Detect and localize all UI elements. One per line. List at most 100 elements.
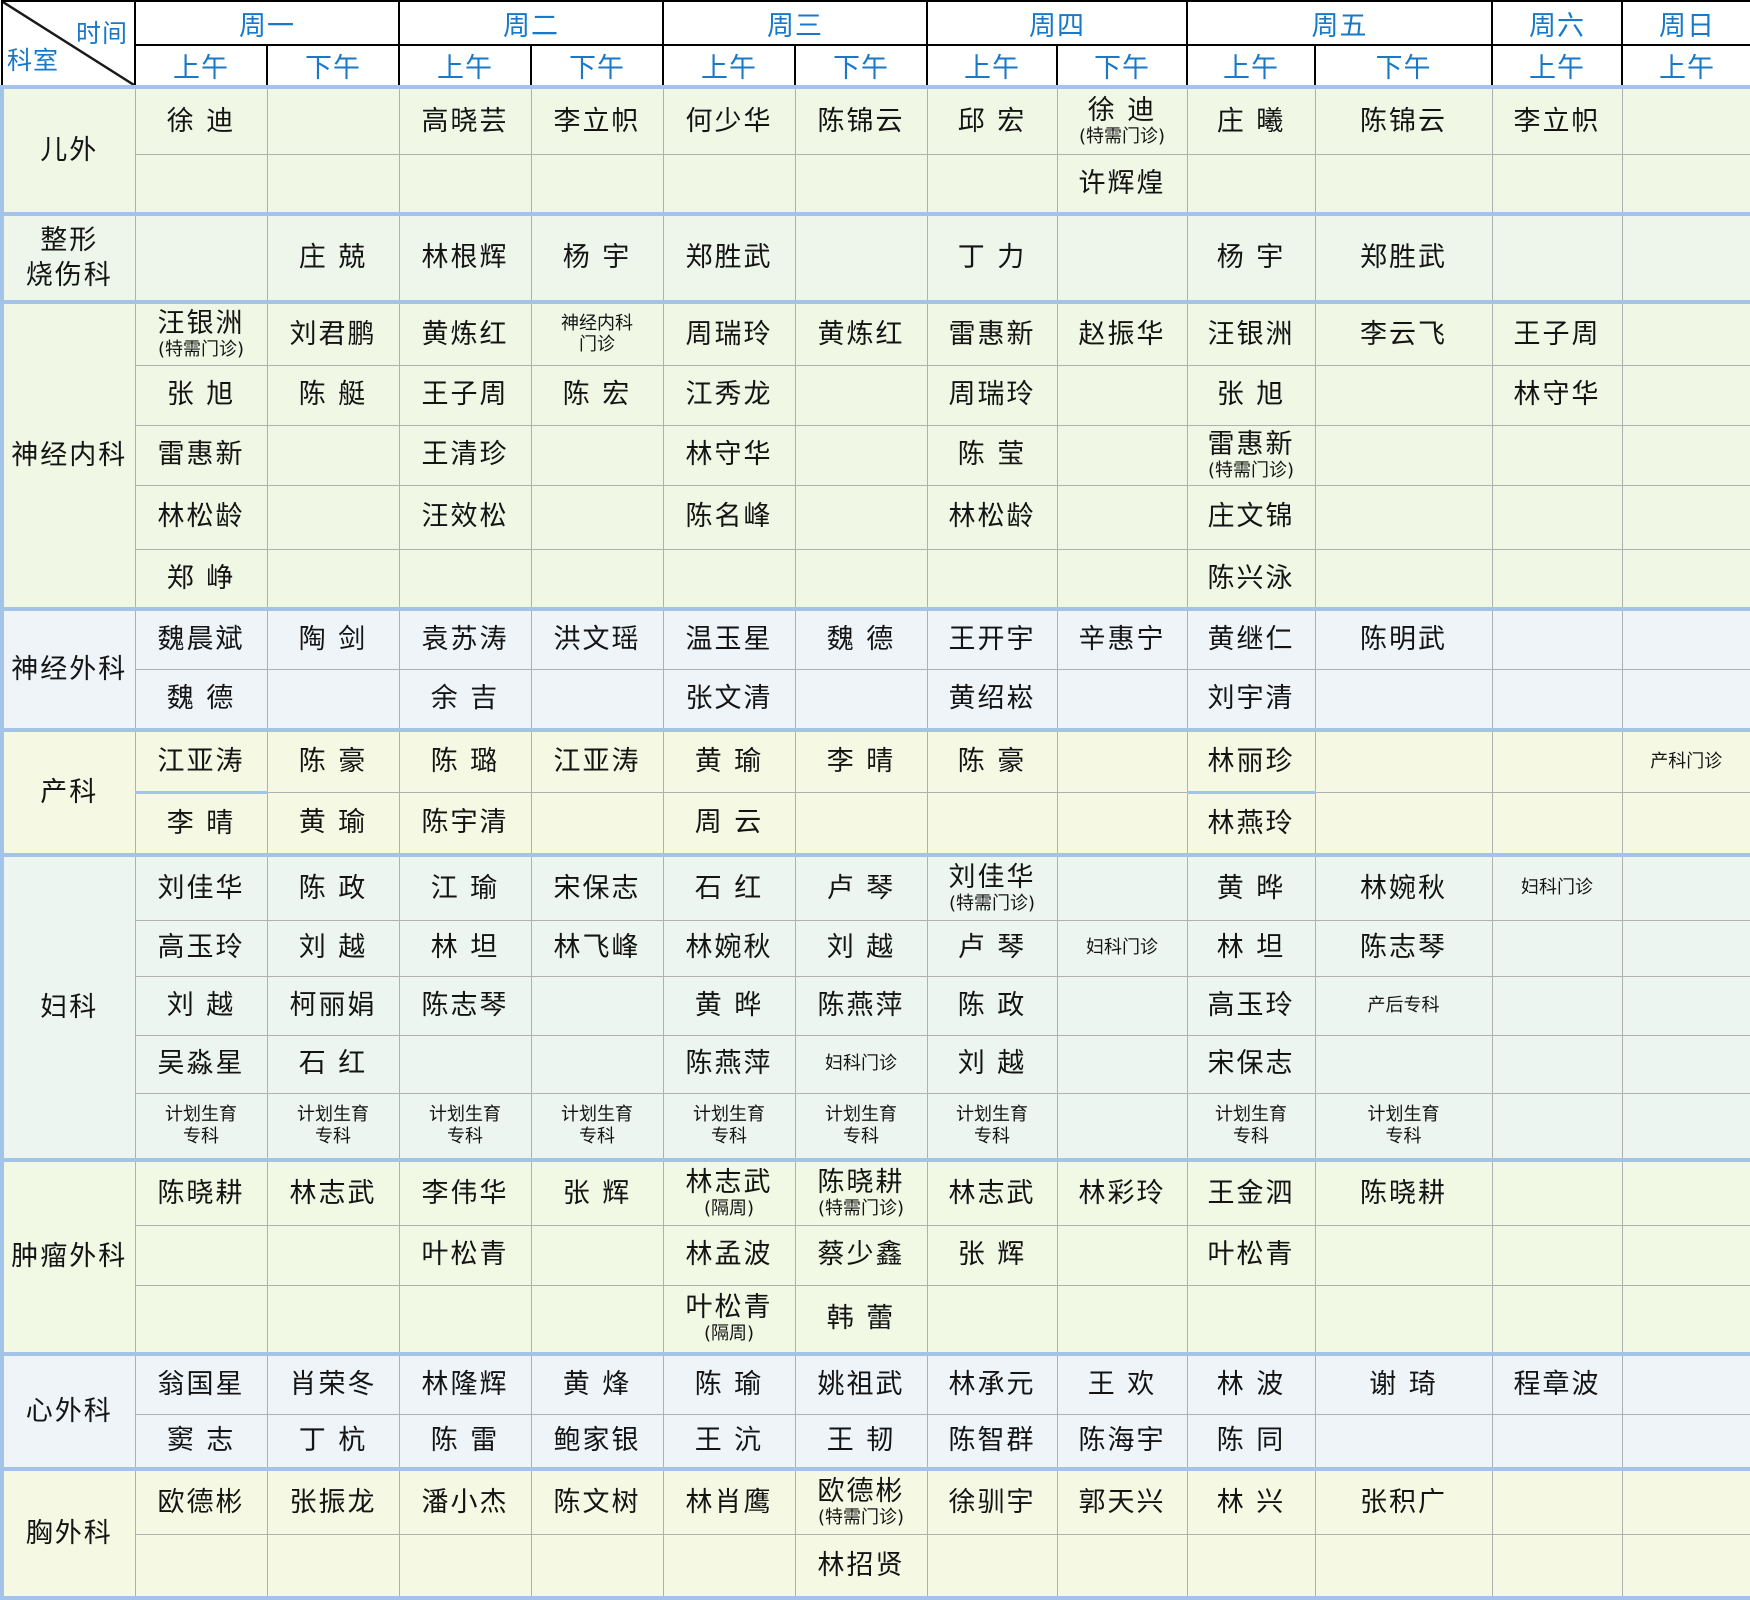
doctor-name: 陈晓耕 [1316, 1178, 1492, 1209]
schedule-cell [1315, 1285, 1492, 1354]
doctor-name: 吴淼星 [136, 1048, 267, 1079]
doctor-name: 张积广 [1316, 1487, 1492, 1518]
schedule-row: 妇科刘佳华陈 政江 瑜宋保志石 红卢 琴刘佳华(特需门诊)黄 晔林婉秋妇科门诊 [2, 855, 1750, 920]
doctor-name: 林孟波 [664, 1239, 795, 1270]
schedule-cell: 计划生育 专科 [399, 1093, 531, 1160]
doctor-name: 何少华 [664, 106, 795, 137]
doctor-name: 鲍家银 [532, 1425, 663, 1456]
schedule-cell [1187, 1534, 1315, 1598]
schedule-cell: 陈 政 [927, 976, 1057, 1035]
doctor-name: 陈名峰 [664, 501, 795, 532]
schedule-cell: 林婉秋 [663, 920, 795, 976]
schedule-cell [1492, 920, 1622, 976]
schedule-cell: 周瑞玲 [927, 365, 1057, 425]
doctor-name: 韩 蕾 [796, 1303, 927, 1334]
schedule-cell: 林彩玲 [1057, 1160, 1187, 1225]
doctor-name: 陈 政 [928, 990, 1057, 1021]
doctor-name: 李伟华 [400, 1178, 531, 1209]
doctor-name: 陈 豪 [928, 746, 1057, 777]
doctor-name: 杨 宇 [532, 242, 663, 273]
schedule-cell [1492, 669, 1622, 730]
clinic-note: 计划生育 专科 [400, 1104, 531, 1147]
schedule-cell: 潘小杰 [399, 1469, 531, 1534]
doctor-name: 雷惠新 [136, 439, 267, 470]
doctor-name: 王子周 [400, 379, 531, 410]
doctor-name: 陈 同 [1188, 1425, 1315, 1456]
schedule-cell [1622, 87, 1750, 154]
schedule-cell [1622, 976, 1750, 1035]
schedule-cell [1622, 792, 1750, 855]
schedule-cell: 计划生育 专科 [1315, 1093, 1492, 1160]
doctor-name: 叶松青 [400, 1239, 531, 1270]
schedule-cell [927, 1534, 1057, 1598]
schedule-cell [531, 425, 663, 485]
doctor-name: 郭天兴 [1058, 1487, 1187, 1518]
doctor-name: 窦 志 [136, 1425, 267, 1456]
clinic-note: 计划生育 专科 [268, 1104, 399, 1147]
doctor-name: 陈兴泳 [1188, 563, 1315, 594]
schedule-cell: 刘 越 [267, 920, 399, 976]
doctor-name: 王 韧 [796, 1425, 927, 1456]
session-header: 下午 [267, 45, 399, 87]
schedule-cell: 郭天兴 [1057, 1469, 1187, 1534]
doctor-name: 李立帜 [532, 106, 663, 137]
schedule-cell: 张 旭 [135, 365, 267, 425]
schedule-cell: 黄 晔 [1187, 855, 1315, 920]
session-header-row: 上午下午上午下午上午下午上午下午上午下午上午上午 [2, 45, 1750, 87]
schedule-row: 高玉玲刘 越林 坦林飞峰林婉秋刘 越卢 琴妇科门诊林 坦陈志琴 [2, 920, 1750, 976]
doctor-name: 陈海宇 [1058, 1425, 1187, 1456]
schedule-cell [1622, 365, 1750, 425]
doctor-name: 林 坦 [1188, 932, 1315, 963]
doctor-name: 王 欢 [1058, 1369, 1187, 1400]
session-header: 上午 [399, 45, 531, 87]
schedule-cell: 何少华 [663, 87, 795, 154]
day-header: 周五 [1187, 1, 1492, 45]
doctor-name: 陈智群 [928, 1425, 1057, 1456]
doctor-name: 刘 越 [928, 1048, 1057, 1079]
doctor-name: 袁苏涛 [400, 624, 531, 655]
dept-label: 神经内科 [2, 302, 135, 609]
schedule-cell: 刘 越 [135, 976, 267, 1035]
schedule-cell: 欧德彬 [135, 1469, 267, 1534]
doctor-name: 陈锦云 [1316, 106, 1492, 137]
schedule-cell: 鲍家银 [531, 1414, 663, 1469]
schedule-cell: 徐 迪(特需门诊) [1057, 87, 1187, 154]
schedule-cell [1315, 549, 1492, 609]
clinic-note: 计划生育 专科 [1316, 1104, 1492, 1147]
doctor-name: 庄 曦 [1188, 106, 1315, 137]
doctor-name: 陈燕萍 [796, 990, 927, 1021]
schedule-cell: 陈海宇 [1057, 1414, 1187, 1469]
schedule-cell: 黄 晔 [663, 976, 795, 1035]
schedule-cell: 杨 宇 [1187, 214, 1315, 302]
doctor-name: 林飞峰 [532, 932, 663, 963]
schedule-cell [135, 1285, 267, 1354]
clinic-note: 计划生育 专科 [796, 1104, 927, 1147]
doctor-name: 江亚涛 [136, 746, 267, 777]
schedule-body: 儿外徐 迪高晓芸李立帜何少华陈锦云邱 宏徐 迪(特需门诊)庄 曦陈锦云李立帜许辉… [2, 87, 1750, 1598]
schedule-cell: 李立帜 [531, 87, 663, 154]
day-header: 周六 [1492, 1, 1622, 45]
doctor-name: 柯丽娟 [268, 990, 399, 1021]
doctor-name: 汪效松 [400, 501, 531, 532]
schedule-cell: 陈晓耕 [1315, 1160, 1492, 1225]
doctor-name: 徐驯宇 [928, 1487, 1057, 1518]
schedule-cell [663, 1534, 795, 1598]
schedule-cell: 林守华 [1492, 365, 1622, 425]
schedule-cell [1492, 1160, 1622, 1225]
schedule-cell [267, 1225, 399, 1285]
schedule-cell [1187, 1285, 1315, 1354]
doctor-name: 欧德彬 [796, 1476, 927, 1507]
schedule-cell: 江亚涛 [531, 730, 663, 792]
schedule-cell: 叶松青(隔周) [663, 1285, 795, 1354]
doctor-name: 肖荣冬 [268, 1369, 399, 1400]
schedule-cell [1315, 1414, 1492, 1469]
doctor-name: 陈 宏 [532, 379, 663, 410]
doctor-name: 徐 迪 [136, 106, 267, 137]
schedule-row: 张 旭陈 艇王子周陈 宏江秀龙周瑞玲张 旭林守华 [2, 365, 1750, 425]
schedule-cell: 卢 琴 [927, 920, 1057, 976]
schedule-cell: 陈 政 [267, 855, 399, 920]
doctor-name: 陈 莹 [928, 439, 1057, 470]
doctor-name: 王 沆 [664, 1425, 795, 1456]
schedule-row: 郑 峥陈兴泳 [2, 549, 1750, 609]
corner-time-label: 时间 [76, 14, 128, 50]
